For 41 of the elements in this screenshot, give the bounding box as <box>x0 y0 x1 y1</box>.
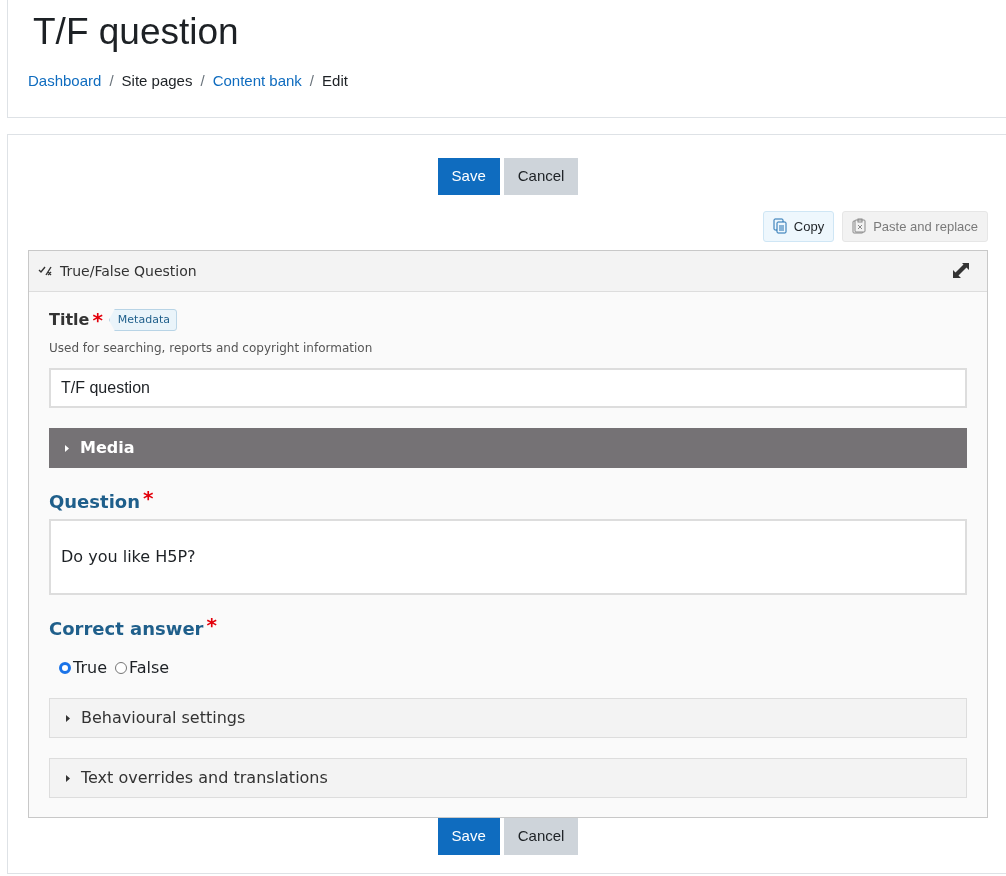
section-label: Text overrides and translations <box>81 767 328 789</box>
breadcrumb-separator: / <box>309 71 315 92</box>
title-input-field[interactable]: T/F question <box>49 368 967 408</box>
cancel-button[interactable]: Cancel <box>503 158 579 195</box>
field-label: Title <box>49 309 90 331</box>
copy-button[interactable]: Copy <box>762 210 835 242</box>
radio-option[interactable]: True <box>59 656 107 680</box>
checkmark-cross-icon <box>38 266 52 276</box>
save-button[interactable]: Save <box>437 818 500 855</box>
radio-button[interactable] <box>115 662 127 674</box>
caret-icon <box>64 443 70 453</box>
breadcrumb-separator: / <box>109 71 114 92</box>
required-mark: * <box>206 613 217 637</box>
field-label: Question <box>49 491 140 512</box>
breadcrumb-separator: / <box>200 71 205 92</box>
breadcrumb-item: Site pages <box>121 71 193 92</box>
media-section-bar[interactable]: Media <box>49 428 967 468</box>
expand-icon[interactable] <box>951 261 971 281</box>
radio-option[interactable]: False <box>115 656 170 680</box>
breadcrumb-link[interactable]: Content bank <box>212 70 302 93</box>
settings-section-bar[interactable]: Behavioural settings <box>49 698 967 738</box>
cancel-button[interactable]: Cancel <box>503 818 579 855</box>
field-label: Correct answer <box>49 618 204 639</box>
section-label: Behavioural settings <box>81 707 246 729</box>
caret-icon <box>65 713 71 723</box>
metadata-button[interactable]: Metadata <box>108 308 177 332</box>
section-label: Media <box>80 437 135 459</box>
breadcrumb-item: Edit <box>322 71 348 92</box>
question-text-field[interactable]: Do you like H5P? <box>49 519 967 595</box>
radio-button[interactable] <box>59 662 71 674</box>
required-mark: * <box>143 486 154 510</box>
editor-title: True/False Question <box>60 261 197 281</box>
caret-icon <box>65 773 71 783</box>
page-title: T/F question <box>33 10 240 54</box>
save-button[interactable]: Save <box>437 158 500 195</box>
documents-icon <box>772 218 788 235</box>
breadcrumb-link[interactable]: Dashboard <box>28 70 102 93</box>
clipboard-icon <box>852 218 868 235</box>
settings-section-bar[interactable]: Text overrides and translations <box>49 758 967 798</box>
field-description: Used for searching, reports and copyright information <box>49 340 374 357</box>
required-mark: * <box>92 310 103 330</box>
